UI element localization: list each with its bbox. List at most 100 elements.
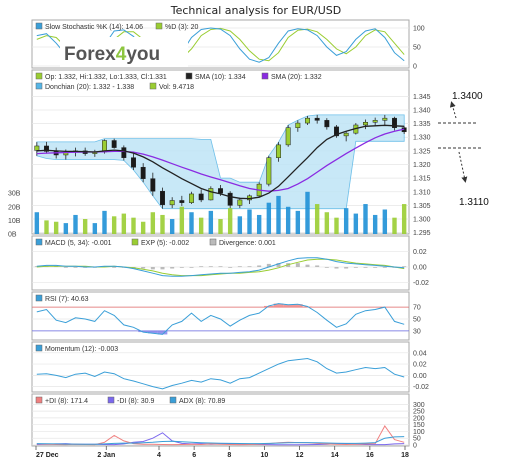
legend-label: Slow Stochastic %K (14): 14.06 [45,24,143,31]
legend-swatch [35,82,43,90]
volume-bar [314,204,320,234]
y-tick-label: 1.300 [413,217,431,224]
volume-bar [169,219,175,234]
x-tick-label: 14 [331,452,339,459]
y-tick-label: 1.330 [413,135,431,142]
legend-label: Momentum (12): -0.003 [45,346,118,353]
y-tick-label: 0.02 [413,249,427,256]
macd-divergence-bar [344,267,349,269]
volume-tick-label: 20B [8,204,21,211]
y-tick-label: 30 [413,328,421,335]
macd-divergence-bar [373,267,378,268]
y-tick-label: 50 [413,45,421,52]
candle-body [237,199,243,206]
legend-swatch [35,238,43,246]
candle-body [295,122,301,128]
logo-text-4: 4 [116,44,127,65]
legend-swatch [155,22,163,30]
volume-tick-label: 10B [8,218,21,225]
svg-text:Forex4you: Forex4you [64,44,160,65]
volume-bar [140,221,146,234]
legend-label: ADX (8): 70.89 [179,398,225,405]
y-tick-label: 1.310 [413,189,431,196]
candle-body [160,190,165,206]
legend-swatch [131,238,139,246]
macd-divergence-bar [305,264,310,267]
y-tick-label: 1.335 [413,121,431,128]
volume-bar [401,204,407,234]
volume-bar [160,214,165,234]
candle-body [343,132,349,137]
macd-divergence-bar [402,266,407,268]
x-tick-label: 4 [157,452,161,459]
y-tick-label: 1.295 [413,230,431,237]
y-tick-label: 0.04 [413,350,427,357]
legend-label: +DI (8): 171.4 [45,398,88,405]
annotation-upper: 1.3400 [438,91,483,124]
x-tick-label: 12 [296,452,304,459]
volume-tick-label: 0B [8,232,17,239]
legend-label: SMA (10): 1.334 [195,74,246,81]
y-tick-label: 1.325 [413,148,431,155]
macd-divergence-bar [160,267,165,270]
volume-bar [92,223,98,234]
x-tick-label: 18 [401,452,409,459]
candle-body [111,140,117,148]
y-tick-label: 1.340 [413,107,431,114]
legend-label: Donchian (20): 1.332 - 1.338 [45,84,134,91]
volume-bar [150,212,156,234]
candle-body [227,192,233,206]
volume-bar [111,216,117,234]
y-tick-label: 0.00 [413,265,427,272]
volume-bar [343,208,349,234]
volume-bar [131,217,136,234]
legend-label: Op: 1.332, Hi:1.332, Lo:1.333, Cl:1.331 [45,74,167,81]
volume-bar [363,204,368,234]
momentum-panel: 0.04 0.02 0.00 -0.02 Momentum (12): -0.003 [31,341,429,393]
candle-body [198,193,204,201]
volume-tick-label: 30B [8,191,21,198]
legend-label: -DI (8): 30.9 [117,398,154,405]
macd-divergence-bar [170,267,175,269]
candle-body [363,122,368,126]
logo-text-you: you [126,44,160,65]
legend-label: RSI (7): 40.63 [45,296,89,303]
candle-body [266,157,272,185]
chart-title: Technical analysis for EUR/USD [170,4,342,17]
y-tick-label: 0.02 [413,362,427,369]
volume-bar [334,217,339,234]
macd-divergence-bar [189,267,194,268]
volume-bar [276,195,281,234]
macd-divergence-bar [218,266,223,268]
volume-bar [227,208,233,234]
legend-label: EXP (5): -0.002 [141,240,189,247]
candle-body [324,120,330,128]
x-tick-label: 8 [227,452,231,459]
y-tick-label: 70 [413,305,421,312]
volume-bar [82,219,88,234]
legend-swatch [35,294,43,302]
annotation-lower: 1.3110 [438,147,489,208]
adx-panel: 300250200150100500+DI (8): 171.4 -DI (8):… [31,393,425,450]
candle-body [140,166,146,179]
date-axis: 27 Dec 2 Jan 4 6 8 10 12 14 16 18 [35,446,409,459]
y-tick-label: -0.02 [413,280,429,287]
legend-swatch [35,396,43,404]
candle-body [121,147,127,158]
macd-divergence-bar [73,267,78,268]
legend-swatch [169,396,177,404]
candle-body [179,200,185,203]
macd-divergence-bar [295,263,300,267]
candle-body [285,127,291,146]
forex4you-logo: Forex4you [60,37,188,67]
volume-bar [382,209,388,234]
macd-divergence-bar [363,267,368,268]
annotation-1-3400: 1.3400 [452,91,483,102]
candle-body [372,120,378,123]
candle-body [314,117,320,121]
candle-body [276,144,281,158]
volume-bar [392,217,397,234]
y-tick-label: 0.00 [413,373,427,380]
volume-bar [63,223,69,234]
macd-divergence-bar [228,267,233,268]
